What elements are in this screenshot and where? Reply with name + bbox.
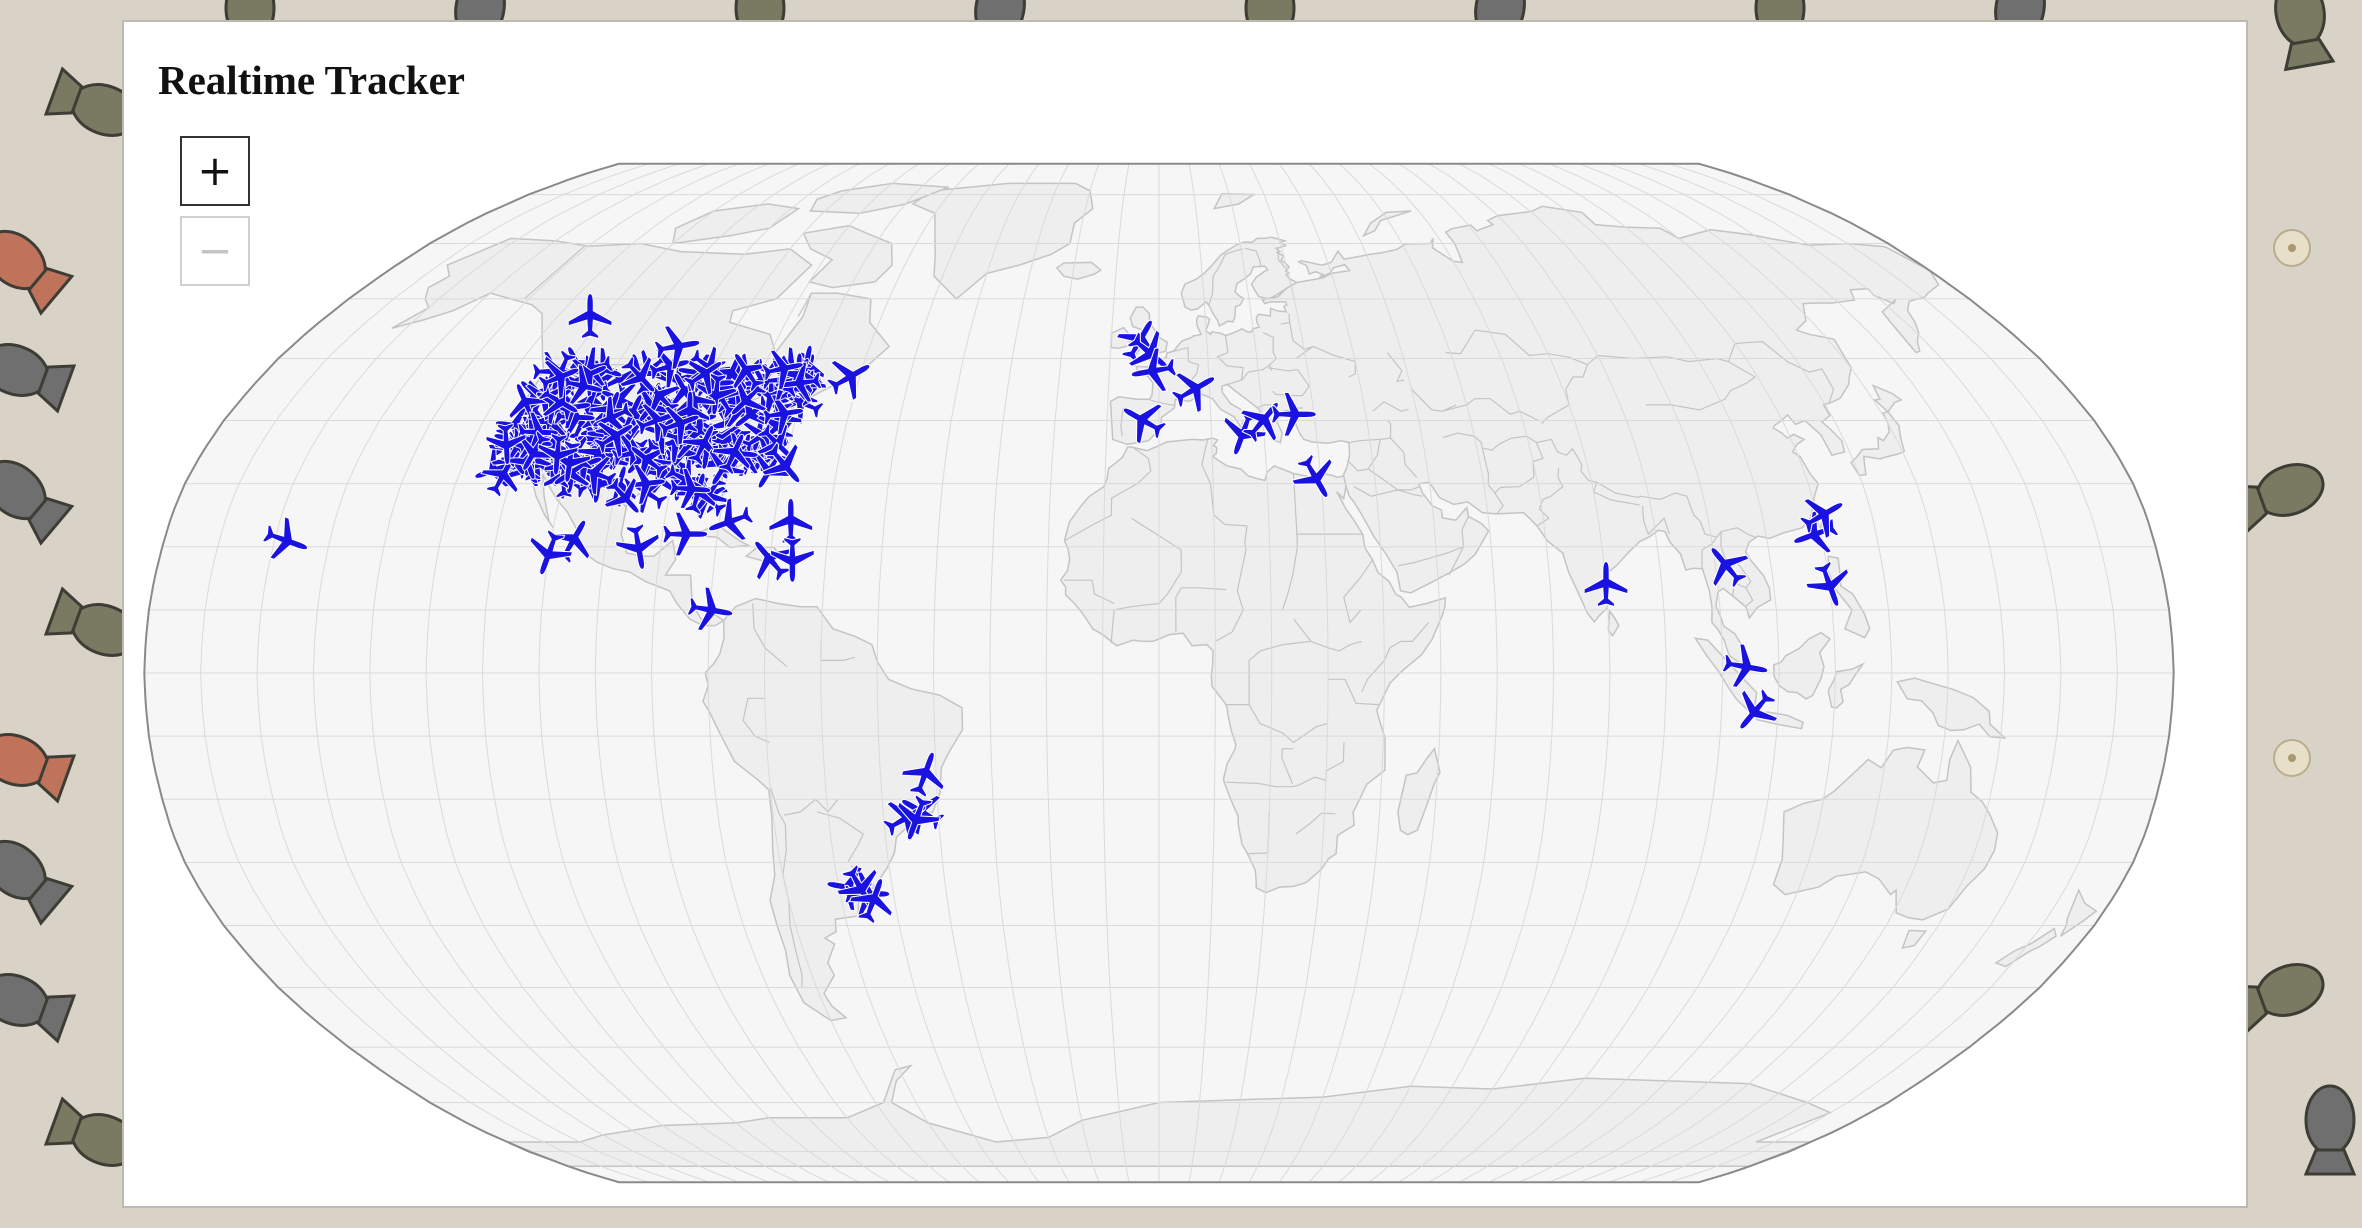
radiation-icon bbox=[2273, 229, 2311, 267]
bomb-icon bbox=[0, 343, 77, 414]
plus-icon: + bbox=[197, 146, 233, 195]
bomb-icon bbox=[0, 973, 77, 1044]
zoom-in-button[interactable]: + bbox=[180, 136, 250, 206]
tracker-panel: Realtime Tracker + − bbox=[122, 20, 2248, 1208]
bomb-icon bbox=[2274, 0, 2336, 72]
bomb-icon bbox=[0, 229, 75, 316]
minus-icon: − bbox=[197, 226, 233, 275]
world-map[interactable] bbox=[124, 22, 2250, 1210]
bomb-icon bbox=[0, 733, 77, 804]
radiation-icon bbox=[2273, 739, 2311, 777]
bomb-icon bbox=[0, 839, 75, 926]
bomb-icon bbox=[2303, 1084, 2357, 1176]
bomb-icon bbox=[0, 459, 75, 546]
page-title: Realtime Tracker bbox=[158, 57, 465, 103]
zoom-out-button[interactable]: − bbox=[180, 216, 250, 286]
